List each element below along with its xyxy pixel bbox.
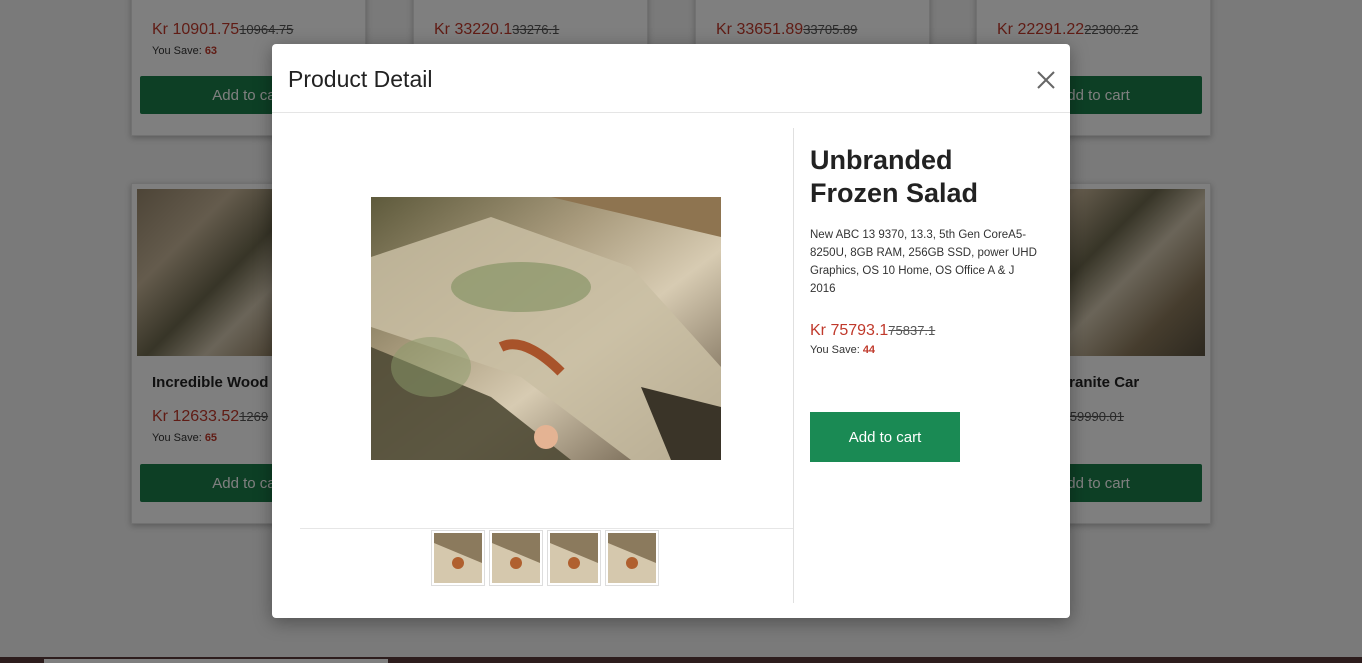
product-info: Unbranded Frozen Salad New ABC 13 9370, …	[810, 144, 1040, 356]
thumbnail[interactable]	[547, 530, 601, 586]
product-detail-modal: Product Detail Unbranded Frozen Salad Ne…	[272, 44, 1070, 618]
product-main-image	[371, 197, 721, 460]
thumbnail[interactable]	[431, 530, 485, 586]
product-description: New ABC 13 9370, 13.3, 5th Gen CoreA5-82…	[810, 229, 1037, 295]
gallery-divider	[300, 528, 793, 529]
price-original: 75837.1	[888, 323, 936, 338]
product-name: Unbranded Frozen Salad	[810, 145, 979, 208]
modal-title: Product Detail	[288, 66, 433, 92]
savings-value: 44	[862, 344, 876, 356]
close-button[interactable]	[1032, 66, 1060, 94]
thumbnail-strip	[431, 530, 662, 586]
modal-column-divider	[793, 128, 794, 603]
savings-line: You Save: 44	[810, 344, 1040, 356]
close-icon	[1037, 71, 1055, 89]
savings-label: You Save:	[810, 344, 860, 356]
thumbnail[interactable]	[489, 530, 543, 586]
add-to-cart-button[interactable]: Add to cart	[810, 412, 960, 462]
modal-header: Product Detail	[272, 44, 1070, 113]
price-current: Kr 75793.1	[810, 322, 889, 339]
thumbnail[interactable]	[605, 530, 659, 586]
product-gallery	[300, 128, 793, 602]
price-line: Kr 75793.175837.1	[810, 322, 1040, 340]
